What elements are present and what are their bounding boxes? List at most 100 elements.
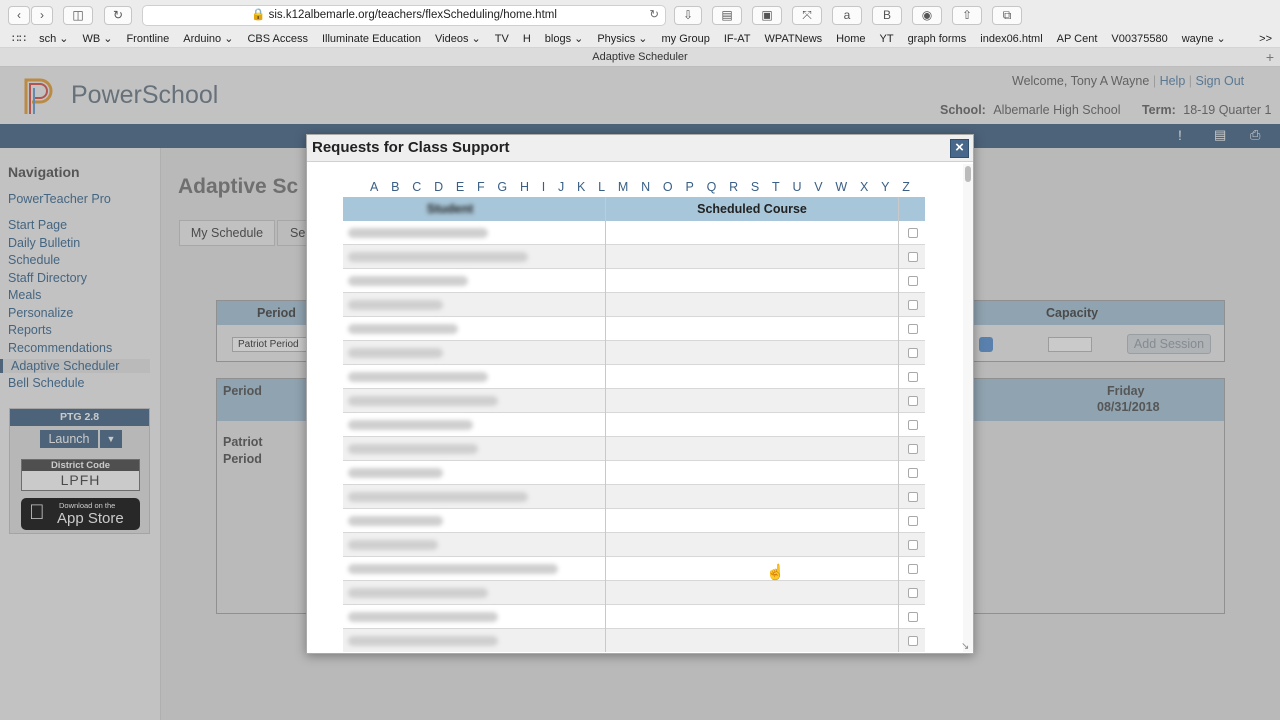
extension-icon[interactable]: B (872, 6, 902, 25)
back-button[interactable]: ‹ (8, 6, 30, 25)
letter-filter-l[interactable]: L (598, 180, 605, 194)
student-column-header[interactable]: Student (343, 202, 557, 216)
row-checkbox[interactable] (908, 444, 918, 454)
row-checkbox[interactable] (908, 348, 918, 358)
table-row[interactable] (343, 365, 925, 389)
bookmark-item[interactable]: H (523, 31, 531, 47)
letter-filter-o[interactable]: O (663, 180, 673, 194)
extension-icon[interactable]: ⤧ (792, 6, 822, 25)
close-icon[interactable]: × (950, 139, 969, 158)
scrollbar-thumb[interactable] (965, 166, 971, 182)
bookmark-item[interactable]: Videos ⌄ (435, 31, 481, 47)
table-row[interactable] (343, 461, 925, 485)
bookmarks-overflow[interactable]: >> (1259, 31, 1272, 47)
table-row[interactable] (343, 605, 925, 629)
sidebar-toggle-icon[interactable]: ◫ (63, 6, 93, 25)
letter-filter-w[interactable]: W (835, 180, 847, 194)
row-checkbox[interactable] (908, 588, 918, 598)
bookmark-item[interactable]: my Group (662, 31, 710, 47)
row-checkbox[interactable] (908, 492, 918, 502)
resize-handle-icon[interactable]: ↘ (961, 641, 969, 652)
letter-filter-g[interactable]: G (497, 180, 507, 194)
bookmark-item[interactable]: Illuminate Education (322, 31, 421, 47)
letter-filter-r[interactable]: R (729, 180, 738, 194)
bookmark-item[interactable]: wayne ⌄ (1182, 31, 1226, 47)
row-checkbox[interactable] (908, 324, 918, 334)
new-tab-button[interactable]: + (1266, 48, 1274, 67)
table-row[interactable] (343, 485, 925, 509)
amazon-icon[interactable]: a (832, 6, 862, 25)
letter-filter-n[interactable]: N (641, 180, 650, 194)
table-row[interactable] (343, 509, 925, 533)
table-row[interactable] (343, 341, 925, 365)
letter-filter-e[interactable]: E (456, 180, 464, 194)
scheduled-course-header[interactable]: Scheduled Course (605, 202, 899, 216)
bookmark-item[interactable]: WB ⌄ (82, 31, 112, 47)
row-checkbox[interactable] (908, 612, 918, 622)
row-checkbox[interactable] (908, 300, 918, 310)
address-bar[interactable]: 🔒 sis.k12albemarle.org/teachers/flexSche… (142, 5, 666, 26)
table-row[interactable] (343, 437, 925, 461)
table-row[interactable] (343, 557, 925, 581)
letter-filter-m[interactable]: M (618, 180, 628, 194)
row-checkbox[interactable] (908, 468, 918, 478)
bookmark-item[interactable]: TV (495, 31, 509, 47)
extension-icon[interactable]: ▣ (752, 6, 782, 25)
letter-filter-j[interactable]: J (558, 180, 564, 194)
table-row[interactable] (343, 293, 925, 317)
letter-filter-q[interactable]: Q (707, 180, 717, 194)
table-row[interactable] (343, 389, 925, 413)
forward-button[interactable]: › (31, 6, 53, 25)
row-checkbox[interactable] (908, 396, 918, 406)
row-checkbox[interactable] (908, 420, 918, 430)
bookmark-item[interactable]: CBS Access (247, 31, 308, 47)
letter-filter-p[interactable]: P (685, 180, 693, 194)
extension-icon[interactable]: ◉ (912, 6, 942, 25)
reload-icon[interactable]: ↻ (104, 6, 132, 25)
row-checkbox[interactable] (908, 564, 918, 574)
row-checkbox[interactable] (908, 276, 918, 286)
letter-filter-h[interactable]: H (520, 180, 529, 194)
bookmark-item[interactable]: V00375580 (1111, 31, 1167, 47)
bookmark-item[interactable]: AP Cent (1057, 31, 1098, 47)
bookmark-item[interactable]: sch ⌄ (39, 31, 68, 47)
bookmark-item[interactable]: YT (880, 31, 894, 47)
row-checkbox[interactable] (908, 516, 918, 526)
row-checkbox[interactable] (908, 372, 918, 382)
bookmark-item[interactable]: IF-AT (724, 31, 751, 47)
bookmark-item[interactable]: WPATNews (765, 31, 823, 47)
letter-filter-f[interactable]: F (477, 180, 485, 194)
letter-filter-u[interactable]: U (792, 180, 801, 194)
letter-filter-b[interactable]: B (391, 180, 399, 194)
bookmark-item[interactable]: blogs ⌄ (545, 31, 584, 47)
table-row[interactable] (343, 221, 925, 245)
reader-icon[interactable]: ▤ (712, 6, 742, 25)
download-icon[interactable]: ⇩ (674, 6, 702, 25)
row-checkbox[interactable] (908, 228, 918, 238)
letter-filter-x[interactable]: X (860, 180, 868, 194)
letter-filter-y[interactable]: Y (881, 180, 889, 194)
letter-filter-z[interactable]: Z (902, 180, 910, 194)
table-row[interactable] (343, 533, 925, 557)
share-icon[interactable]: ⇧ (952, 6, 982, 25)
table-row[interactable] (343, 317, 925, 341)
refresh-icon[interactable]: ↻ (649, 6, 659, 25)
row-checkbox[interactable] (908, 252, 918, 262)
table-row[interactable] (343, 629, 925, 652)
grid-icon[interactable]: ∷∷ (12, 31, 26, 47)
tab-adaptive-scheduler[interactable]: Adaptive Scheduler (592, 51, 687, 63)
letter-filter-i[interactable]: I (542, 180, 545, 194)
letter-filter-c[interactable]: C (412, 180, 421, 194)
letter-filter-a[interactable]: A (370, 180, 378, 194)
letter-filter-d[interactable]: D (434, 180, 443, 194)
letter-filter-t[interactable]: T (772, 180, 780, 194)
letter-filter-k[interactable]: K (577, 180, 585, 194)
bookmark-item[interactable]: Frontline (126, 31, 169, 47)
bookmark-item[interactable]: index06.html (980, 31, 1042, 47)
table-row[interactable] (343, 269, 925, 293)
row-checkbox[interactable] (908, 540, 918, 550)
row-checkbox[interactable] (908, 636, 918, 646)
letter-filter-s[interactable]: S (751, 180, 759, 194)
bookmark-item[interactable]: Arduino ⌄ (183, 31, 233, 47)
table-row[interactable] (343, 245, 925, 269)
